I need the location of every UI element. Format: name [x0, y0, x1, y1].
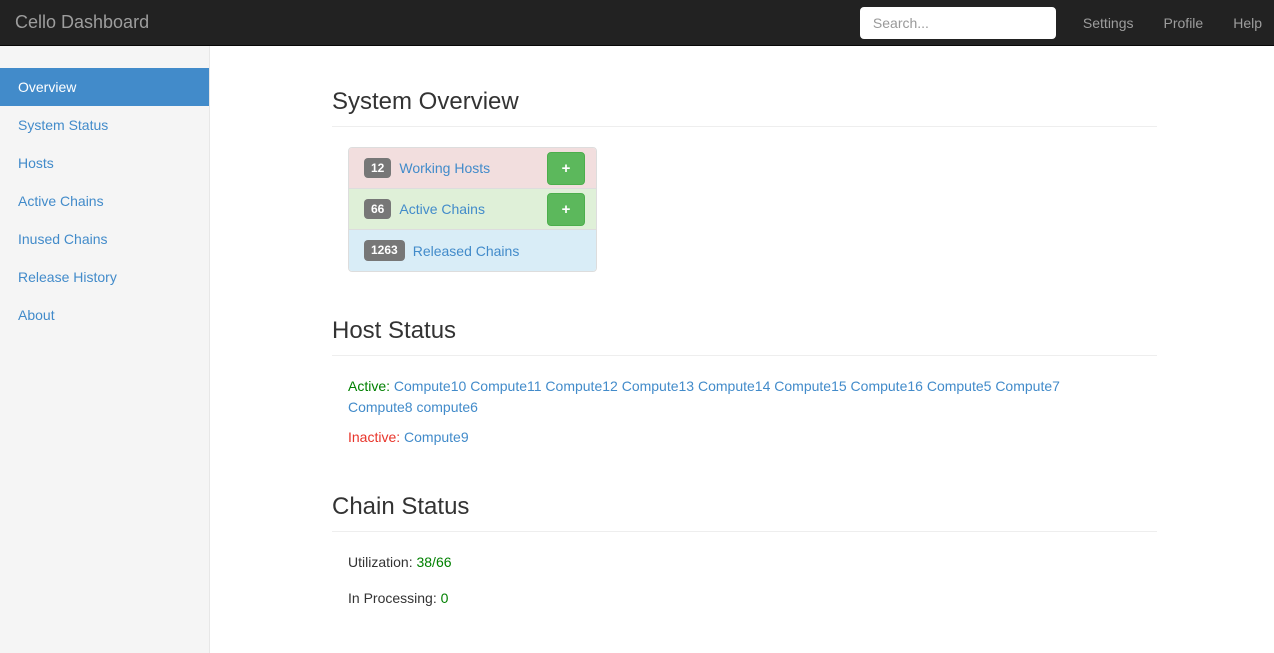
add-active-chain-button[interactable]: + [547, 193, 585, 226]
page-layout: Overview System Status Hosts Active Chai… [0, 46, 1274, 653]
inactive-hosts-line: Inactive: Compute9 [348, 427, 1078, 448]
nav-link-settings[interactable]: Settings [1068, 15, 1149, 31]
utilization-value: 38/66 [416, 554, 451, 570]
chain-status-section: Utilization: 38/66 In Processing: 0 [332, 552, 1157, 608]
add-working-host-button[interactable]: + [547, 152, 585, 185]
released-chains-count-badge: 1263 [364, 240, 405, 260]
plus-icon: + [562, 201, 571, 218]
system-overview-section: 12 Working Hosts + 66 Active Chains + 12… [332, 147, 1157, 272]
top-navbar: Cello Dashboard Settings Profile Help [0, 0, 1274, 46]
host-status-section: Active: Compute10 Compute11 Compute12 Co… [332, 376, 1157, 448]
in-processing-value: 0 [441, 590, 449, 606]
sidebar-item-active-chains[interactable]: Active Chains [0, 182, 209, 220]
active-hosts-label: Active: [348, 378, 390, 394]
section-title-host-status: Host Status [332, 317, 1157, 356]
active-hosts-line: Active: Compute10 Compute11 Compute12 Co… [348, 376, 1078, 418]
stat-row-active-chains: 66 Active Chains + [349, 189, 596, 230]
sidebar-item-system-status[interactable]: System Status [0, 106, 209, 144]
host-link[interactable]: Compute8 [348, 399, 413, 415]
sidebar-item-hosts[interactable]: Hosts [0, 144, 209, 182]
in-processing-line: In Processing: 0 [348, 588, 1157, 608]
in-processing-label: In Processing: [348, 590, 437, 606]
host-link[interactable]: Compute12 [545, 378, 617, 394]
host-link[interactable]: Compute16 [851, 378, 923, 394]
main-content: System Overview 12 Working Hosts + 66 Ac… [210, 46, 1274, 653]
host-link[interactable]: Compute9 [404, 429, 469, 445]
working-hosts-count-badge: 12 [364, 158, 391, 178]
plus-icon: + [562, 160, 571, 177]
brand-title[interactable]: Cello Dashboard [0, 12, 164, 33]
host-link[interactable]: Compute13 [622, 378, 694, 394]
nav-link-help[interactable]: Help [1218, 15, 1274, 31]
section-title-chain-status: Chain Status [332, 493, 1157, 532]
utilization-label: Utilization: [348, 554, 413, 570]
sidebar-item-inused-chains[interactable]: Inused Chains [0, 220, 209, 258]
nav-link-profile[interactable]: Profile [1149, 15, 1219, 31]
released-chains-link[interactable]: Released Chains [413, 243, 520, 259]
stat-row-released-chains: 1263 Released Chains [349, 230, 596, 271]
active-chains-link[interactable]: Active Chains [399, 201, 485, 217]
section-title-system-overview: System Overview [332, 88, 1157, 127]
host-link[interactable]: Compute7 [995, 378, 1060, 394]
sidebar-item-overview[interactable]: Overview [0, 68, 209, 106]
host-link[interactable]: Compute11 [470, 378, 541, 394]
inactive-hosts-label: Inactive: [348, 429, 400, 445]
utilization-line: Utilization: 38/66 [348, 552, 1157, 572]
active-chains-count-badge: 66 [364, 199, 391, 219]
stats-panel: 12 Working Hosts + 66 Active Chains + 12… [348, 147, 597, 272]
navbar-links: Settings Profile Help [1068, 15, 1274, 31]
stat-row-working-hosts: 12 Working Hosts + [349, 148, 596, 189]
host-link[interactable]: Compute15 [774, 378, 846, 394]
sidebar-item-about[interactable]: About [0, 296, 209, 334]
host-link[interactable]: compute6 [416, 399, 477, 415]
working-hosts-link[interactable]: Working Hosts [399, 160, 490, 176]
sidebar: Overview System Status Hosts Active Chai… [0, 46, 210, 653]
sidebar-item-release-history[interactable]: Release History [0, 258, 209, 296]
host-link[interactable]: Compute5 [927, 378, 992, 394]
host-link[interactable]: Compute14 [698, 378, 770, 394]
search-input[interactable] [860, 7, 1056, 39]
host-link[interactable]: Compute10 [394, 378, 466, 394]
